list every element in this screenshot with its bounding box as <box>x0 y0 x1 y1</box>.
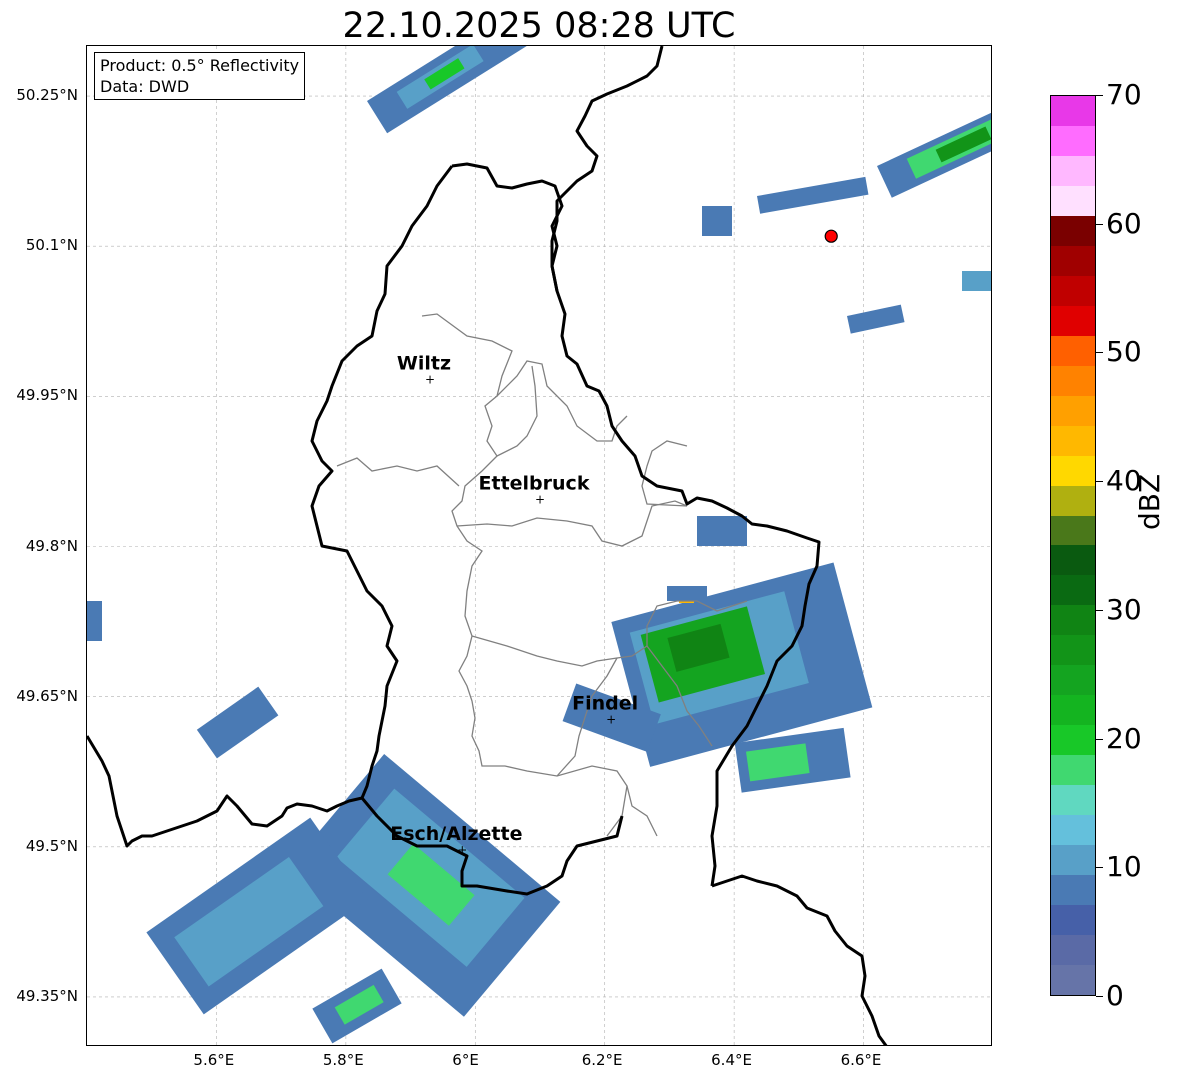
colorbar-tick-label: 50 <box>1106 335 1142 369</box>
product-info-box: Product: 0.5° Reflectivity Data: DWD <box>94 52 306 100</box>
colorbar-segment <box>1051 485 1095 516</box>
colorbar-segment <box>1051 965 1095 995</box>
city-markers: +Wiltz+Ettelbruck+Findel+Esch/Alzette <box>390 352 638 856</box>
colorbar-tick-mark <box>1096 609 1103 611</box>
colorbar-segment <box>1051 305 1095 336</box>
lon-tick-label: 6.2°E <box>581 1051 623 1069</box>
colorbar-tick-mark <box>1096 481 1103 483</box>
colorbar-segment <box>1051 905 1095 936</box>
data-source-label: Data: DWD <box>100 77 190 96</box>
colorbar-tick-label: 10 <box>1106 850 1142 884</box>
city-label: Wiltz <box>397 352 451 374</box>
city-marker-icon: + <box>457 843 467 857</box>
colorbar-segment <box>1051 515 1095 546</box>
lon-tick-label: 6°E <box>452 1051 479 1069</box>
city-label: Ettelbruck <box>479 472 590 494</box>
city-label: Esch/Alzette <box>390 823 522 845</box>
colorbar-segment <box>1051 935 1095 966</box>
lon-tick-label: 6.4°E <box>711 1051 752 1069</box>
colorbar-tick-label: 70 <box>1106 78 1142 111</box>
colorbar-tick-mark <box>1096 95 1103 96</box>
colorbar-segment <box>1051 545 1095 576</box>
colorbar-segment <box>1051 575 1095 606</box>
product-label: Product: 0.5° Reflectivity <box>100 56 300 75</box>
colorbar-segment <box>1051 395 1095 426</box>
canton-boundaries <box>336 313 748 837</box>
lon-tick-label: 6.6°E <box>840 1051 882 1069</box>
colorbar-tick-label: 60 <box>1106 206 1142 240</box>
city-marker-icon: + <box>535 492 545 506</box>
lon-tick-label: 5.6°E <box>193 1051 235 1069</box>
lat-tick-label: 50.25°N <box>16 86 78 105</box>
colorbar-segment <box>1051 155 1095 186</box>
colorbar-segment <box>1051 845 1095 876</box>
lat-tick-label: 49.95°N <box>16 386 78 405</box>
colorbar-tick-label: 20 <box>1106 721 1142 755</box>
colorbar-tick-mark <box>1096 352 1103 354</box>
city-label: Findel <box>572 693 638 715</box>
radar-site-marker[interactable] <box>824 229 838 243</box>
map-canvas: +Wiltz+Ettelbruck+Findel+Esch/Alzette <box>87 46 991 1045</box>
lat-tick-label: 49.35°N <box>16 986 78 1005</box>
colorbar-segment <box>1051 635 1095 666</box>
colorbar-label: dBZ <box>1133 473 1166 530</box>
colorbar-segment <box>1051 665 1095 696</box>
colorbar-segment <box>1051 245 1095 276</box>
colorbar-segment <box>1051 785 1095 816</box>
map-title: 22.10.2025 08:28 UTC <box>342 6 736 46</box>
lat-tick-label: 50.1°N <box>25 236 78 255</box>
colorbar-tick-mark <box>1096 996 1103 997</box>
colorbar-segment <box>1051 275 1095 306</box>
colorbar-segment <box>1051 695 1095 726</box>
lat-tick-label: 49.8°N <box>25 536 78 555</box>
colorbar-segment <box>1051 755 1095 786</box>
colorbar-tick-mark <box>1096 223 1103 225</box>
precipitation-echoes <box>87 46 991 1044</box>
city-marker-icon: + <box>425 372 435 386</box>
colorbar-segment <box>1051 875 1095 906</box>
colorbar-segment <box>1051 185 1095 216</box>
colorbar-tick-mark <box>1096 738 1103 740</box>
colorbar-segment <box>1051 365 1095 396</box>
colorbar-tick-label: 0 <box>1106 979 1124 1012</box>
colorbar-segment <box>1051 215 1095 246</box>
lat-tick-label: 49.65°N <box>16 686 78 705</box>
colorbar-segment <box>1051 95 1095 126</box>
lat-tick-label: 49.5°N <box>25 836 78 855</box>
colorbar-segment <box>1051 455 1095 486</box>
colorbar-tick-mark <box>1096 867 1103 869</box>
colorbar-segment <box>1051 725 1095 756</box>
colorbar-segment <box>1051 335 1095 366</box>
colorbar-segment <box>1051 605 1095 636</box>
colorbar-segment <box>1051 815 1095 846</box>
colorbar-tick-label: 30 <box>1106 592 1142 626</box>
colorbar <box>1050 95 1096 996</box>
radar-map[interactable]: + Wiltz + Ettelbruck + Findel + Esch/Alzette <box>86 45 992 1046</box>
city-marker-icon: + <box>606 713 616 727</box>
lon-tick-label: 5.8°E <box>322 1051 364 1069</box>
colorbar-segment <box>1051 425 1095 456</box>
colorbar-segment <box>1051 125 1095 156</box>
